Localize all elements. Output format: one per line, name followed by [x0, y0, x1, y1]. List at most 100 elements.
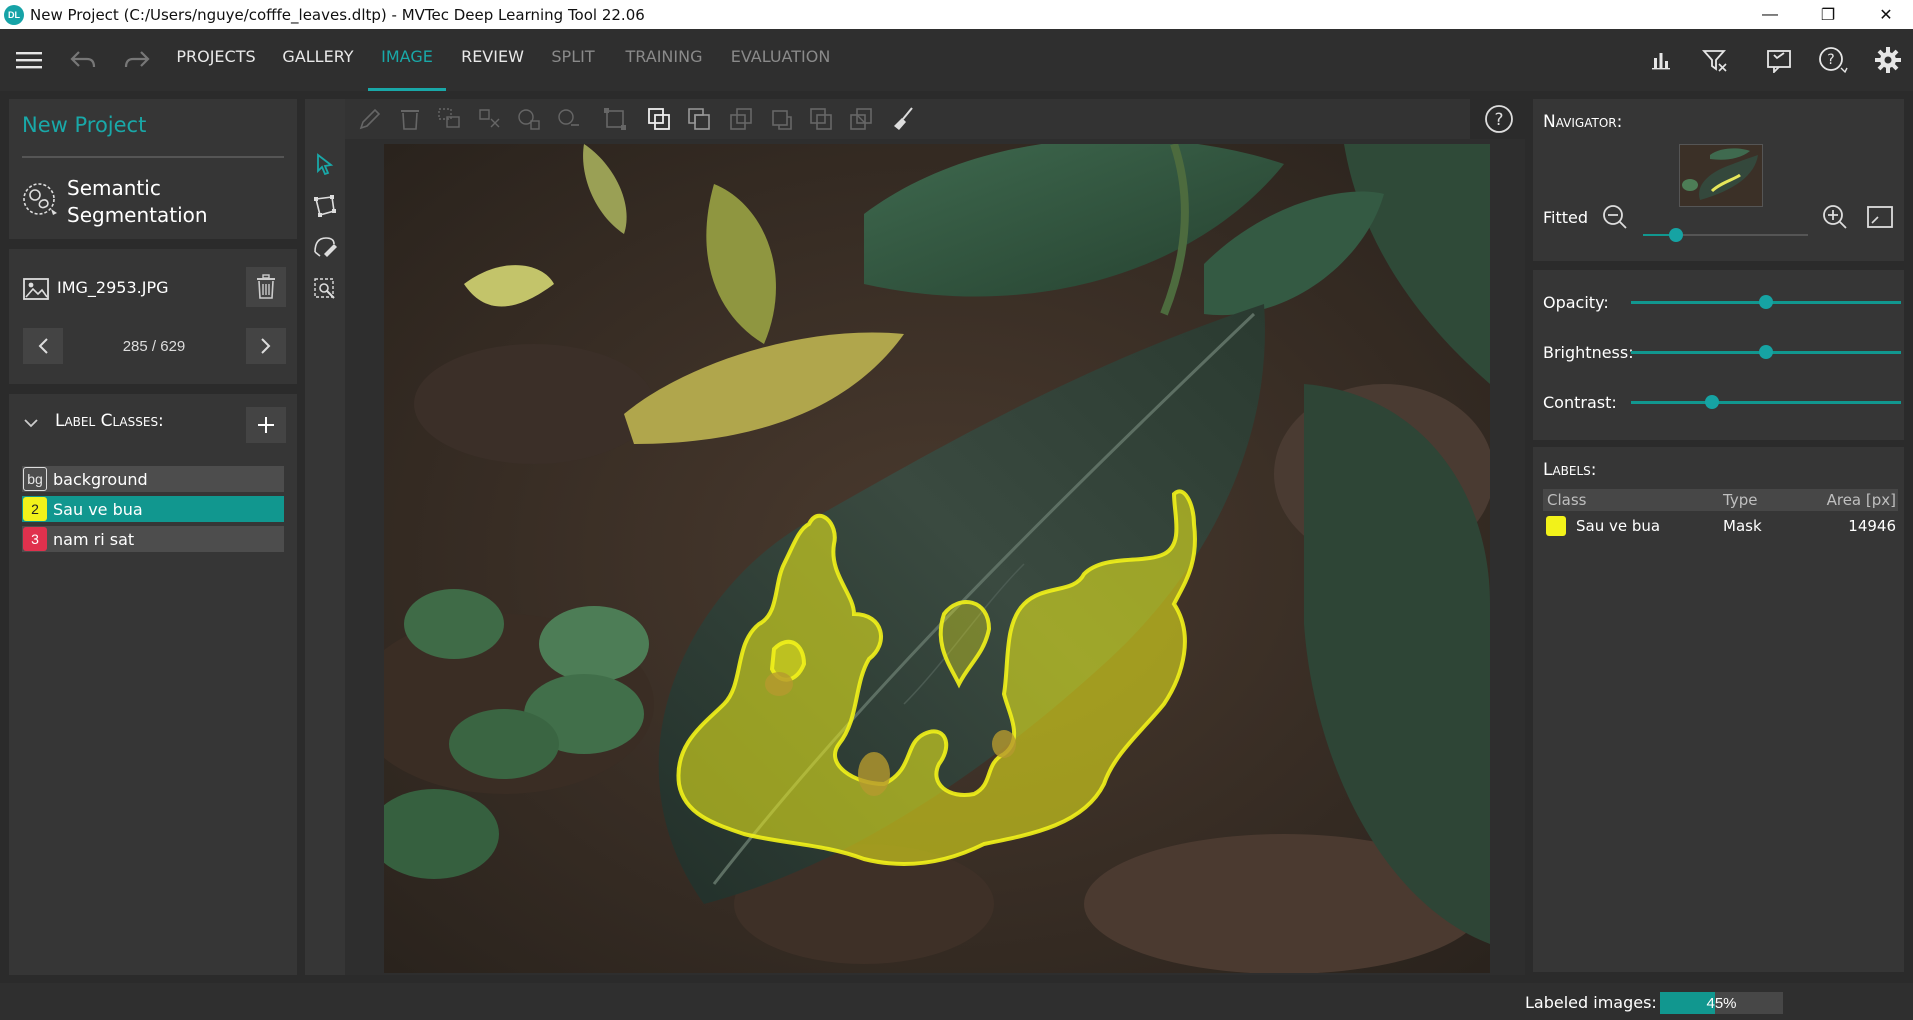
select-cursor-icon[interactable] — [309, 148, 341, 180]
project-name[interactable]: New Project — [22, 113, 146, 137]
contrast-slider-knob[interactable] — [1705, 395, 1719, 409]
zoom-slider-knob[interactable] — [1669, 228, 1683, 242]
class-label: background — [53, 469, 148, 489]
adjustments-panel: Opacity: Brightness: Contrast: — [1533, 270, 1904, 440]
chevron-left-icon — [38, 338, 48, 354]
zoom-in-icon[interactable] — [1821, 203, 1849, 236]
split-regions-icon[interactable] — [474, 103, 506, 135]
column-header-type[interactable]: Type — [1723, 491, 1813, 509]
label-type: Mask — [1723, 517, 1762, 535]
labeled-images-label: Labeled images: — [1525, 993, 1657, 1012]
bar-chart-icon[interactable] — [1646, 45, 1676, 75]
zoom-out-icon[interactable] — [1601, 203, 1629, 236]
zoom-label: Fitted — [1543, 208, 1589, 227]
label-classes-title: Label Classes: — [55, 411, 164, 431]
minimize-button[interactable]: — — [1743, 0, 1797, 29]
menu-icon[interactable] — [14, 45, 44, 75]
divider — [9, 239, 297, 249]
svg-text:?: ? — [1494, 110, 1503, 130]
plus-icon — [258, 417, 274, 433]
zoom-slider[interactable] — [1643, 228, 1808, 242]
image-position: 285 / 629 — [122, 338, 186, 355]
smart-select-icon[interactable] — [309, 273, 341, 305]
tab-training[interactable]: TRAINING — [617, 29, 711, 91]
contrast-slider[interactable] — [1631, 395, 1901, 409]
labels-title: Labels: — [1543, 460, 1597, 480]
undo-icon[interactable] — [68, 45, 98, 75]
redo-icon[interactable] — [122, 45, 152, 75]
brightness-slider[interactable] — [1631, 345, 1901, 359]
chevron-down-icon[interactable] — [23, 415, 39, 431]
add-to-region-icon[interactable] — [514, 103, 546, 135]
feedback-icon[interactable] — [1764, 45, 1794, 75]
column-header-area[interactable]: Area [px] — [1813, 491, 1898, 509]
brush-tool-icon[interactable] — [309, 231, 341, 263]
tab-split[interactable]: SPLIT — [543, 29, 603, 91]
class-item-nam-ri-sat[interactable]: 3 nam ri sat — [22, 526, 284, 552]
send-backward-icon[interactable] — [765, 103, 797, 135]
exclude-icon[interactable] — [845, 103, 877, 135]
subtract-from-region-icon[interactable] — [554, 103, 586, 135]
class-item-sau-ve-bua[interactable]: 2 Sau ve bua — [22, 496, 284, 522]
previous-image-button[interactable] — [23, 328, 63, 364]
label-class-name: Sau ve bua — [1576, 517, 1661, 535]
trash-icon — [257, 274, 275, 299]
tool-column — [305, 99, 345, 975]
right-panel: Navigator: Fitted Opacity: Brightness: C… — [1533, 99, 1904, 975]
brightness-slider-knob[interactable] — [1759, 345, 1773, 359]
difference-icon[interactable] — [683, 103, 715, 135]
brightness-label: Brightness: — [1543, 343, 1634, 362]
divider — [9, 384, 297, 394]
next-image-button[interactable] — [246, 328, 286, 364]
segmentation-mode-icon — [21, 179, 61, 219]
polygon-tool-icon[interactable] — [309, 190, 341, 222]
settings-icon[interactable] — [1873, 45, 1903, 75]
chevron-right-icon — [261, 338, 271, 354]
opacity-slider[interactable] — [1631, 295, 1901, 309]
add-class-button[interactable] — [246, 407, 286, 443]
navigator-thumbnail[interactable] — [1679, 144, 1763, 207]
opacity-slider-knob[interactable] — [1759, 295, 1773, 309]
tab-gallery[interactable]: GALLERY — [276, 29, 360, 91]
class-badge: 2 — [23, 497, 47, 521]
intersect-icon[interactable] — [805, 103, 837, 135]
merge-regions-icon[interactable] — [434, 103, 466, 135]
divider — [22, 156, 284, 158]
tab-projects[interactable]: PROJECTS — [170, 29, 262, 91]
class-item-background[interactable]: bg background — [22, 466, 284, 492]
table-row[interactable]: Sau ve bua Mask 14946 — [1543, 511, 1898, 541]
status-bar: Labeled images: 45% — [0, 983, 1913, 1020]
close-window-button[interactable]: ✕ — [1859, 0, 1913, 29]
progress-percent: 45% — [1706, 995, 1737, 1012]
delete-label-icon[interactable] — [394, 103, 426, 135]
navigator-title: Navigator: — [1543, 112, 1623, 132]
pencil-icon[interactable] — [354, 103, 386, 135]
left-panel: New Project Semantic Segmentation IMG_29… — [9, 99, 297, 975]
labels-table: Class Type Area [px] Sau ve bua Mask 149… — [1543, 489, 1898, 541]
fit-to-window-icon[interactable] — [1866, 205, 1894, 234]
class-badge: bg — [23, 467, 47, 491]
title-bar: DL New Project (C:/Users/nguye/cofffe_le… — [0, 0, 1913, 29]
filter-icon[interactable] — [1700, 45, 1730, 75]
coffee-leaf-photo[interactable] — [384, 144, 1490, 973]
svg-text:?: ? — [1827, 52, 1834, 68]
bounding-box-icon[interactable] — [599, 103, 631, 135]
delete-image-button[interactable] — [246, 267, 286, 307]
image-icon — [23, 277, 49, 306]
contrast-label: Contrast: — [1543, 393, 1617, 412]
restore-button[interactable]: ❐ — [1801, 0, 1855, 29]
class-badge: 3 — [23, 527, 47, 551]
image-canvas[interactable] — [345, 139, 1525, 975]
tab-evaluation[interactable]: EVALUATION — [723, 29, 838, 91]
union-icon[interactable] — [643, 103, 675, 135]
class-color-swatch — [1546, 516, 1566, 536]
help-icon[interactable]: ? — [1818, 45, 1848, 75]
tab-image[interactable]: IMAGE — [368, 29, 446, 91]
column-header-class[interactable]: Class — [1543, 491, 1723, 509]
tab-review[interactable]: REVIEW — [455, 29, 530, 91]
canvas-help-icon[interactable]: ? — [1481, 101, 1517, 137]
navigator-panel: Navigator: Fitted — [1533, 99, 1904, 261]
bring-forward-icon[interactable] — [725, 103, 757, 135]
labels-table-header: Class Type Area [px] — [1543, 489, 1898, 511]
clear-broom-icon[interactable] — [887, 103, 919, 135]
